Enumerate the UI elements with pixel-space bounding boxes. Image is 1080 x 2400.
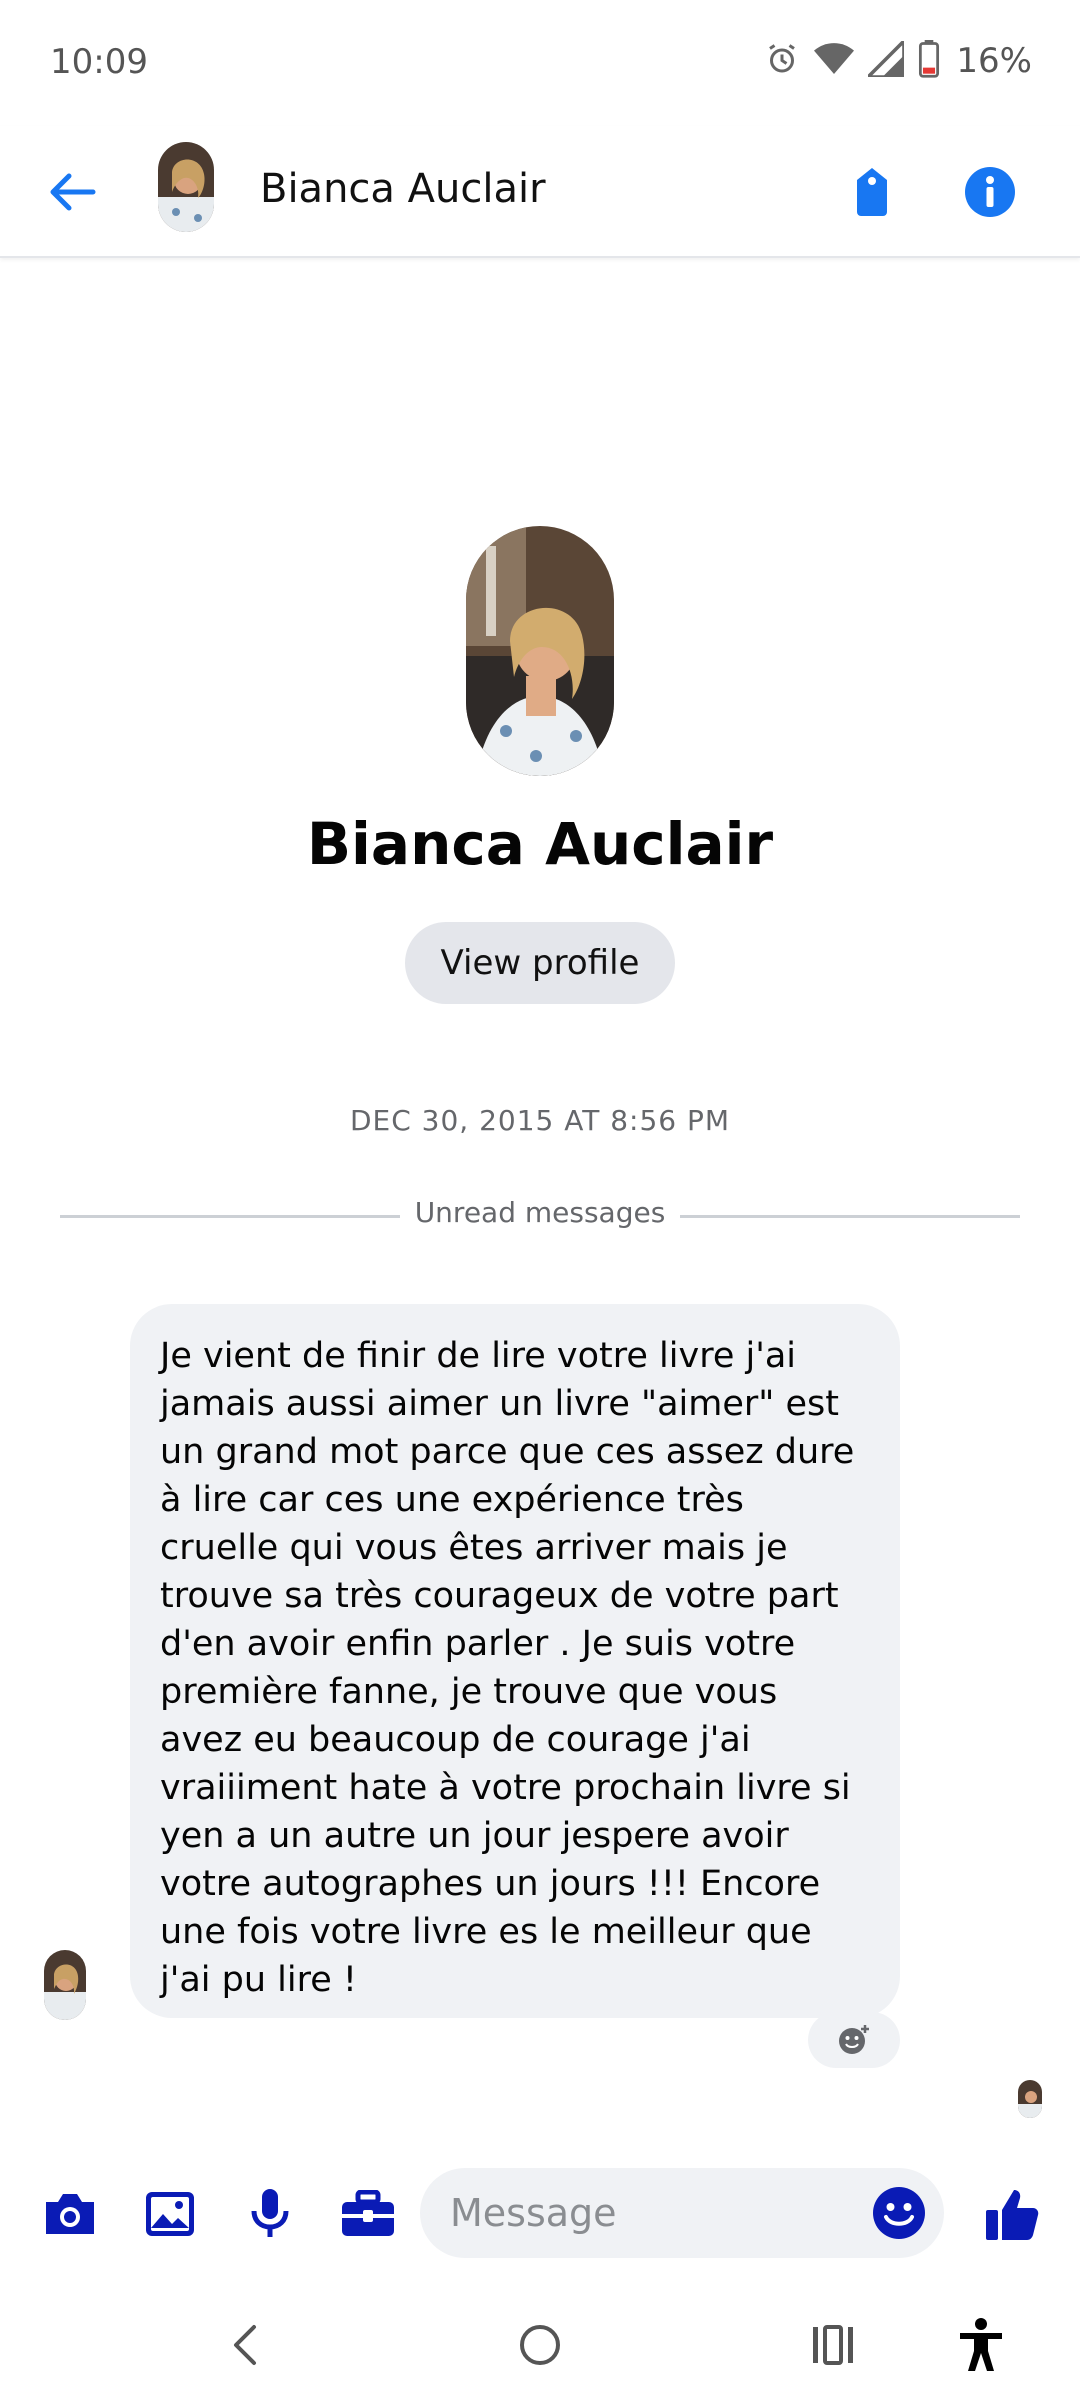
- status-time: 10:09: [50, 42, 148, 82]
- profile-photo[interactable]: [466, 526, 614, 776]
- briefcase-icon: [342, 2190, 394, 2236]
- message-input-container: [420, 2168, 944, 2258]
- message-input[interactable]: [450, 2168, 850, 2258]
- profile-name: Bianca Auclair: [306, 810, 774, 878]
- message-bubble[interactable]: Je vient de finir de lire votre livre j'…: [130, 1304, 900, 2018]
- emoji-button[interactable]: [868, 2182, 930, 2244]
- conversation-header: Bianca Auclair: [0, 126, 1080, 258]
- unread-label: Unread messages: [414, 1196, 666, 1229]
- camera-icon: [46, 2194, 94, 2234]
- wifi-icon: [814, 41, 855, 81]
- message-text: Je vient de finir de lire votre livre j'…: [160, 1336, 855, 2000]
- gallery-icon: [146, 2192, 194, 2236]
- add-reaction-button[interactable]: [808, 2012, 900, 2068]
- sender-avatar[interactable]: [44, 1950, 86, 2020]
- header-contact-name[interactable]: Bianca Auclair: [260, 166, 546, 212]
- back-arrow-icon: [50, 173, 96, 211]
- signal-icon: [864, 36, 907, 81]
- voice-message-button[interactable]: [238, 2182, 302, 2246]
- battery-icon: [918, 40, 940, 82]
- battery-percent: 16%: [956, 41, 1032, 81]
- gallery-button[interactable]: [138, 2182, 202, 2246]
- nav-back-button[interactable]: [210, 2310, 280, 2380]
- alarm-icon: [764, 41, 800, 81]
- emoji-icon: [873, 2187, 925, 2239]
- status-icons: 16%: [764, 36, 1032, 82]
- nav-recents-button[interactable]: [798, 2310, 868, 2380]
- message-composer: [0, 2168, 1080, 2260]
- info-button[interactable]: [958, 160, 1022, 224]
- accessibility-icon: [960, 2318, 1002, 2371]
- more-apps-button[interactable]: [336, 2182, 400, 2246]
- tag-icon: [857, 168, 887, 216]
- home-nav-icon: [520, 2325, 560, 2365]
- camera-button[interactable]: [38, 2182, 102, 2246]
- seen-indicator-avatar: [1018, 2080, 1042, 2118]
- recents-nav-icon: [813, 2325, 853, 2365]
- view-profile-button[interactable]: View profile: [405, 922, 675, 1004]
- tag-button[interactable]: [840, 160, 904, 224]
- unread-divider: Unread messages: [60, 1196, 1020, 1236]
- system-navigation-bar: [0, 2290, 1080, 2400]
- back-nav-icon: [234, 2325, 256, 2365]
- thumbs-up-icon: [986, 2190, 1039, 2240]
- nav-home-button[interactable]: [505, 2310, 575, 2380]
- message-timestamp: DEC 30, 2015 AT 8:56 PM: [349, 1104, 731, 1137]
- like-button[interactable]: [980, 2182, 1044, 2246]
- info-icon: [965, 167, 1015, 217]
- back-button[interactable]: [40, 160, 104, 224]
- status-bar: 10:09 16%: [0, 0, 1080, 126]
- add-reaction-icon: [839, 2025, 869, 2054]
- avatar[interactable]: [158, 142, 214, 232]
- accessibility-button[interactable]: [946, 2310, 1016, 2380]
- microphone-icon: [251, 2189, 289, 2237]
